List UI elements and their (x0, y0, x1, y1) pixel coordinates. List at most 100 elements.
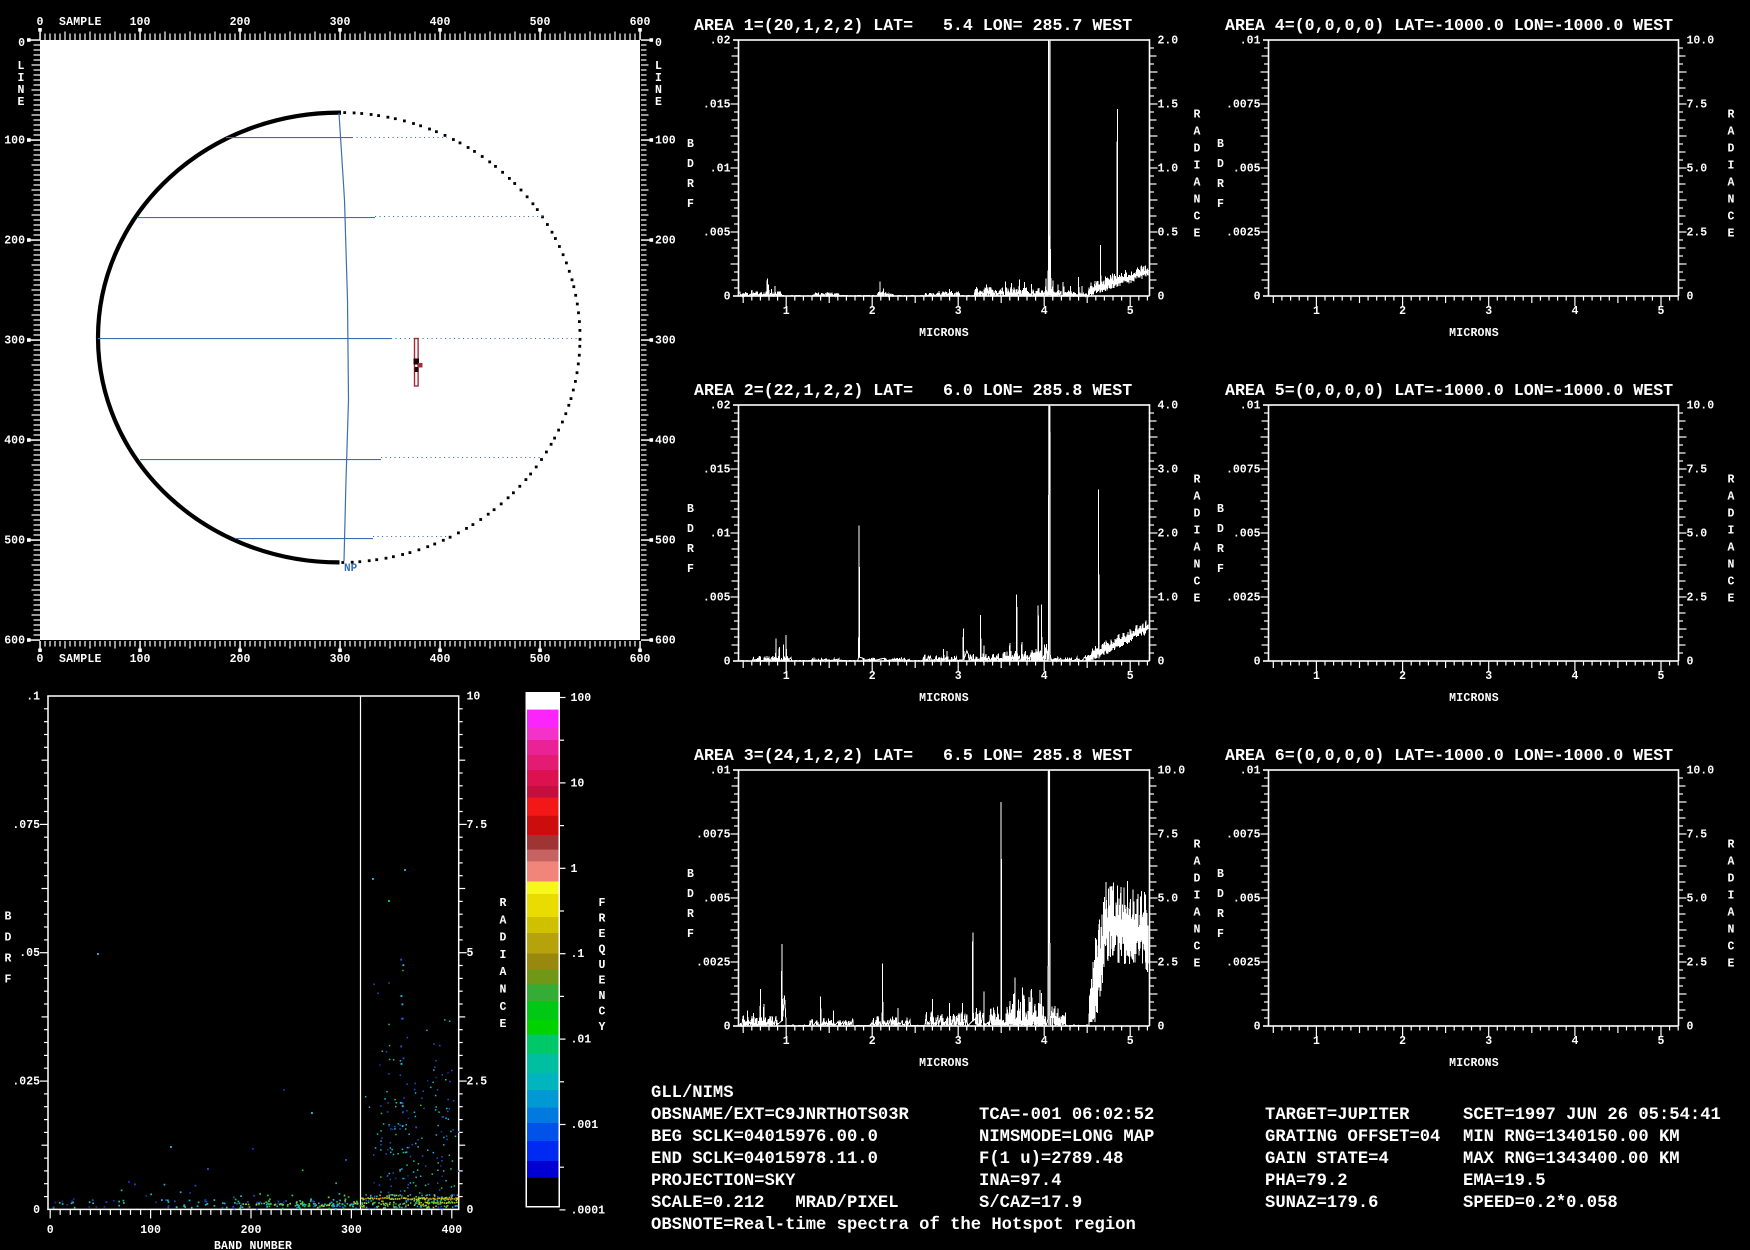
svg-text:3: 3 (1485, 1035, 1492, 1048)
svg-text:500: 500 (655, 535, 676, 548)
svg-text:5: 5 (1658, 1035, 1665, 1048)
svg-text:.0075: .0075 (1226, 464, 1261, 477)
svg-text:B: B (5, 911, 12, 924)
svg-text:300: 300 (330, 653, 351, 666)
svg-text:.005: .005 (703, 893, 731, 906)
svg-text:BEG SCLK=04015976.00.0: BEG SCLK=04015976.00.0 (651, 1128, 878, 1147)
svg-text:3: 3 (955, 670, 962, 683)
svg-text:.0025: .0025 (696, 957, 731, 970)
svg-text:.0075: .0075 (696, 829, 731, 842)
svg-text:AREA 3=(24,1,2,2) LAT= 6.5 L: AREA 3=(24,1,2,2) LAT= 6.5 LON= 285.8 WE… (694, 746, 1132, 765)
svg-text:0: 0 (724, 1021, 731, 1034)
svg-text:E: E (599, 928, 606, 941)
svg-text:D: D (1217, 158, 1224, 171)
svg-text:NIMSMODE=LONG MAP: NIMSMODE=LONG MAP (979, 1128, 1154, 1147)
svg-text:0: 0 (47, 1224, 54, 1237)
svg-text:D: D (1728, 143, 1735, 156)
svg-text:N: N (599, 990, 606, 1003)
svg-text:BAND NUMBER: BAND NUMBER (214, 1240, 292, 1250)
svg-text:A: A (1728, 856, 1735, 869)
svg-text:300: 300 (330, 16, 351, 29)
svg-text:7.5: 7.5 (1687, 99, 1708, 112)
svg-text:.01: .01 (710, 528, 731, 541)
svg-text:I: I (1194, 160, 1201, 173)
svg-text:D: D (5, 932, 12, 945)
svg-text:Q: Q (599, 944, 606, 957)
svg-text:10.0: 10.0 (1158, 765, 1186, 778)
svg-text:Y: Y (599, 1021, 606, 1034)
svg-text:SCALE=0.212 MRAD/PIXEL: SCALE=0.212 MRAD/PIXEL (651, 1194, 899, 1213)
svg-text:AREA 2=(22,1,2,2) LAT= 6.0 L: AREA 2=(22,1,2,2) LAT= 6.0 LON= 285.8 WE… (694, 381, 1132, 400)
svg-text:MICRONS: MICRONS (919, 327, 969, 340)
svg-text:3: 3 (955, 305, 962, 318)
svg-text:600: 600 (630, 16, 651, 29)
svg-text:I: I (1728, 890, 1735, 903)
svg-text:N: N (1728, 924, 1735, 937)
svg-text:A: A (1728, 907, 1735, 920)
svg-text:.1: .1 (571, 948, 585, 961)
svg-text:R: R (1728, 839, 1735, 852)
svg-text:F: F (1217, 928, 1224, 941)
svg-text:.0025: .0025 (1226, 592, 1261, 605)
svg-text:10.0: 10.0 (1687, 35, 1715, 48)
svg-text:7.5: 7.5 (1158, 829, 1179, 842)
svg-text:R: R (1194, 839, 1201, 852)
svg-text:AREA 5=(0,0,0,0) LAT=-1000.0 L: AREA 5=(0,0,0,0) LAT=-1000.0 LON=-1000.0… (1225, 381, 1673, 400)
svg-text:500: 500 (530, 653, 551, 666)
svg-text:0: 0 (1254, 656, 1261, 669)
svg-text:0: 0 (18, 37, 25, 50)
svg-text:2.5: 2.5 (1158, 957, 1179, 970)
svg-text:.015: .015 (703, 99, 731, 112)
svg-text:.025: .025 (12, 1076, 40, 1089)
svg-text:N: N (1728, 559, 1735, 572)
svg-text:.01: .01 (710, 765, 731, 778)
svg-text:R: R (1728, 109, 1735, 122)
svg-text:1: 1 (1313, 1035, 1320, 1048)
svg-text:SCET=1997 JUN 26 05:54:41: SCET=1997 JUN 26 05:54:41 (1463, 1106, 1721, 1125)
svg-text:1: 1 (783, 305, 790, 318)
svg-text:E: E (1194, 958, 1201, 971)
svg-text:GAIN STATE=4: GAIN STATE=4 (1265, 1150, 1389, 1169)
svg-text:SPEED=0.2*0.058: SPEED=0.2*0.058 (1463, 1194, 1618, 1213)
svg-text:200: 200 (230, 653, 251, 666)
svg-text:4: 4 (1041, 305, 1048, 318)
svg-text:S/CAZ=17.9: S/CAZ=17.9 (979, 1194, 1082, 1213)
svg-text:END SCLK=04015978.11.0: END SCLK=04015978.11.0 (651, 1150, 878, 1169)
svg-text:PHA=79.2: PHA=79.2 (1265, 1172, 1348, 1191)
svg-text:E: E (1194, 593, 1201, 606)
svg-text:F: F (5, 974, 12, 987)
svg-text:2.5: 2.5 (467, 1076, 488, 1089)
svg-text:A: A (1194, 907, 1201, 920)
svg-text:F: F (599, 897, 606, 910)
svg-text:B: B (1217, 503, 1224, 516)
svg-text:.005: .005 (1233, 528, 1261, 541)
svg-text:R: R (1194, 474, 1201, 487)
svg-text:4: 4 (1041, 1035, 1048, 1048)
svg-text:0: 0 (1687, 1021, 1694, 1034)
svg-text:1: 1 (571, 863, 578, 876)
svg-text:C: C (599, 1006, 606, 1019)
svg-text:100: 100 (140, 1224, 161, 1237)
svg-text:5: 5 (1127, 1035, 1134, 1048)
svg-text:1.5: 1.5 (1158, 99, 1179, 112)
svg-text:4.0: 4.0 (1158, 400, 1179, 413)
svg-text:600: 600 (655, 635, 676, 648)
svg-text:200: 200 (4, 235, 25, 248)
svg-text:5: 5 (1658, 305, 1665, 318)
svg-text:N: N (1194, 559, 1201, 572)
svg-text:3: 3 (1485, 305, 1492, 318)
svg-text:600: 600 (4, 635, 25, 648)
svg-text:.001: .001 (571, 1119, 599, 1132)
svg-text:2.5: 2.5 (1687, 957, 1708, 970)
svg-text:7.5: 7.5 (1687, 464, 1708, 477)
svg-text:R: R (1217, 908, 1224, 921)
svg-text:MICRONS: MICRONS (919, 1057, 969, 1070)
svg-text:100: 100 (571, 692, 592, 705)
svg-text:R: R (1194, 109, 1201, 122)
svg-text:5.0: 5.0 (1687, 893, 1708, 906)
svg-text:0.5: 0.5 (1158, 227, 1179, 240)
svg-text:D: D (500, 932, 507, 945)
svg-text:R: R (687, 178, 694, 191)
svg-text:I: I (1194, 525, 1201, 538)
svg-text:2.0: 2.0 (1158, 528, 1179, 541)
